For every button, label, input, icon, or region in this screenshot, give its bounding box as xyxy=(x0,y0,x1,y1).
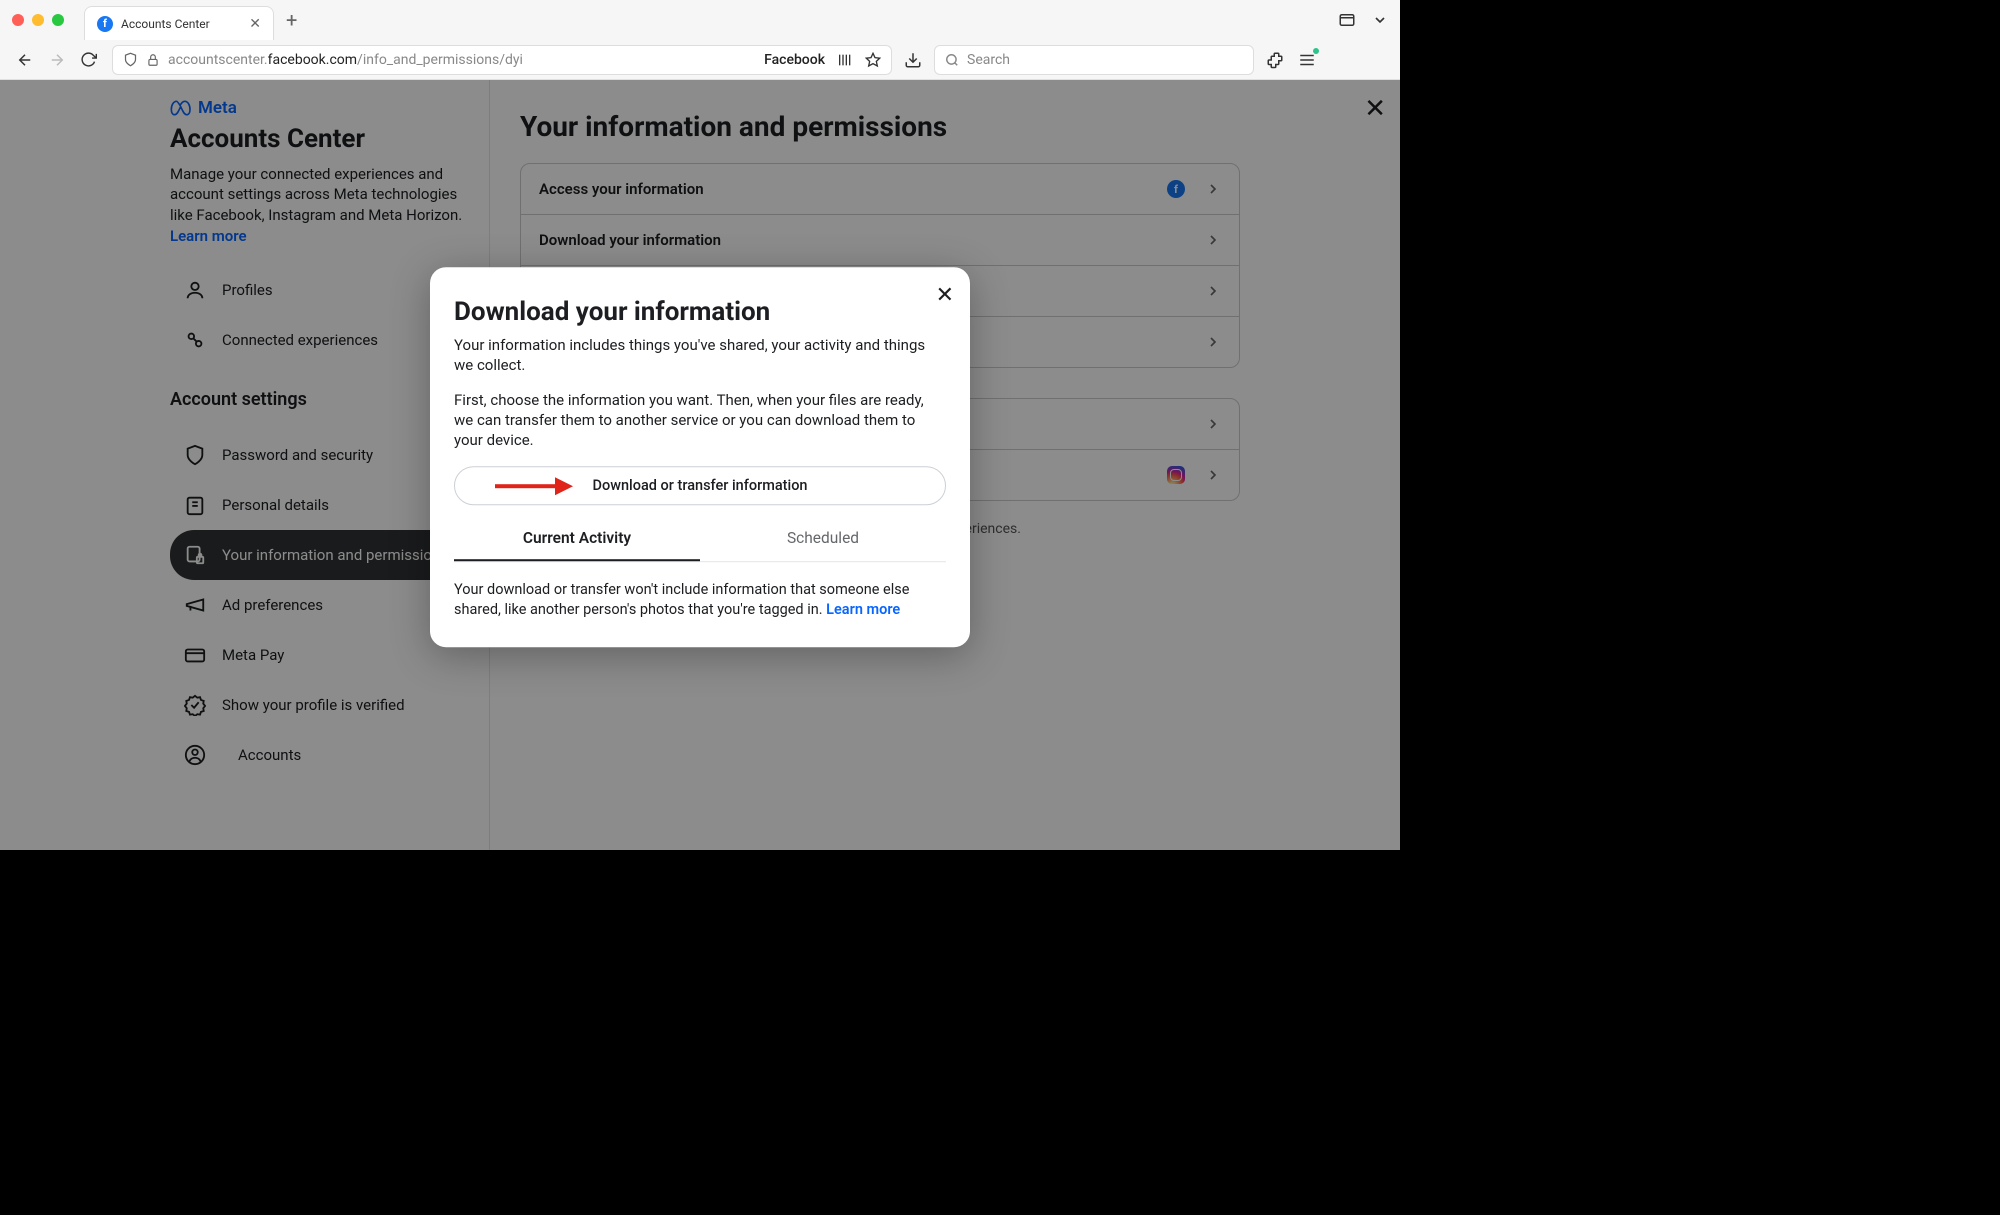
tab-title: Accounts Center xyxy=(121,17,241,31)
reload-button[interactable] xyxy=(80,51,100,68)
annotation-arrow xyxy=(495,477,573,495)
tab-scheduled[interactable]: Scheduled xyxy=(700,517,946,561)
tab-current-activity[interactable]: Current Activity xyxy=(454,517,700,561)
modal-tabs: Current Activity Scheduled xyxy=(454,517,946,562)
reader-icon[interactable] xyxy=(837,52,853,68)
back-button[interactable] xyxy=(16,51,36,69)
chevron-down-icon[interactable] xyxy=(1372,12,1388,28)
forward-button[interactable] xyxy=(48,51,68,69)
search-placeholder: Search xyxy=(967,52,1010,68)
tab-list-icon[interactable] xyxy=(1338,11,1356,29)
modal-learn-more-link[interactable]: Learn more xyxy=(826,601,900,618)
shield-icon xyxy=(123,52,138,67)
download-icon[interactable] xyxy=(904,51,922,69)
download-info-modal: ✕ Download your information Your informa… xyxy=(430,267,970,647)
window-controls xyxy=(12,14,64,26)
close-window-button[interactable] xyxy=(12,14,24,26)
minimize-window-button[interactable] xyxy=(32,14,44,26)
modal-paragraph-1: Your information includes things you've … xyxy=(454,335,946,376)
address-bar[interactable]: accountscenter.facebook.com/info_and_per… xyxy=(112,45,892,75)
modal-paragraph-2: First, choose the information you want. … xyxy=(454,390,946,451)
browser-toolbar: accountscenter.facebook.com/info_and_per… xyxy=(0,40,1400,80)
modal-title: Download your information xyxy=(454,297,946,327)
facebook-favicon: f xyxy=(97,16,113,32)
url-text: accountscenter.facebook.com/info_and_per… xyxy=(168,52,523,68)
modal-footer-text: Your download or transfer won't include … xyxy=(454,580,946,619)
modal-close-icon[interactable]: ✕ xyxy=(936,283,954,308)
tab-close-icon[interactable]: ✕ xyxy=(249,16,261,32)
bookmark-star-icon[interactable] xyxy=(865,52,881,68)
maximize-window-button[interactable] xyxy=(52,14,64,26)
lock-icon xyxy=(146,53,160,67)
download-transfer-button[interactable]: Download or transfer information xyxy=(454,466,946,505)
url-label: Facebook xyxy=(764,52,825,68)
page-content: Meta Accounts Center Manage your connect… xyxy=(0,80,1400,850)
menu-button[interactable] xyxy=(1298,51,1316,69)
browser-search-box[interactable]: Search xyxy=(934,45,1254,75)
extensions-icon[interactable] xyxy=(1266,51,1284,69)
search-icon xyxy=(945,53,959,67)
new-tab-button[interactable]: + xyxy=(286,8,297,32)
browser-tab[interactable]: f Accounts Center ✕ xyxy=(84,6,274,40)
browser-tab-bar: f Accounts Center ✕ + xyxy=(0,0,1400,40)
